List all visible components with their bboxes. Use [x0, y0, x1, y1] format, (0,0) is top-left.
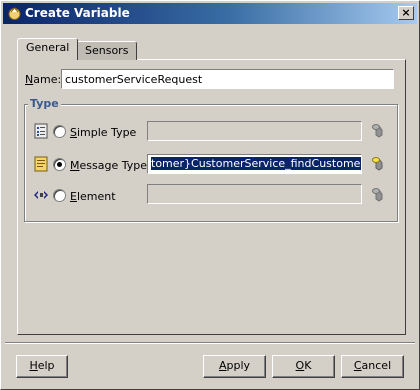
help-button[interactable]: Help — [16, 355, 68, 378]
browse-simple-type-icon[interactable] — [370, 123, 386, 139]
tab-general[interactable]: General — [17, 38, 79, 60]
close-button[interactable]: × — [398, 6, 414, 20]
element-icon — [34, 191, 48, 199]
element-radio[interactable] — [53, 189, 66, 202]
ok-button[interactable]: OK — [272, 355, 335, 378]
element-field — [147, 184, 362, 204]
simple-type-field — [147, 121, 362, 141]
element-label[interactable]: Element — [70, 190, 116, 203]
type-group-legend: Type — [28, 97, 61, 110]
simple-type-radio[interactable] — [53, 125, 66, 138]
message-type-value: tomer}CustomerService_findCustomerById — [151, 157, 361, 170]
browse-message-type-icon[interactable] — [370, 156, 386, 172]
name-field[interactable] — [61, 69, 394, 89]
simple-type-label[interactable]: Simple Type — [70, 126, 136, 139]
dialog-title: Create Variable — [25, 6, 130, 20]
name-label: Name: — [25, 73, 62, 86]
tab-sensors[interactable]: Sensors — [76, 41, 138, 60]
message-type-icon — [34, 156, 48, 172]
app-icon — [8, 7, 21, 20]
tab-label: General — [26, 41, 70, 54]
close-icon: × — [401, 6, 411, 19]
browse-element-icon[interactable] — [370, 187, 386, 203]
separator-highlight — [5, 343, 415, 344]
message-type-radio[interactable] — [53, 158, 66, 171]
title-bar[interactable]: Create Variable × — [3, 3, 417, 24]
message-type-label[interactable]: Message Type — [70, 159, 147, 172]
tab-label: Sensors — [85, 44, 129, 57]
apply-button[interactable]: Apply — [203, 355, 266, 378]
simple-type-icon — [34, 123, 48, 139]
create-variable-dialog: Create Variable × General Sensors Name: … — [0, 0, 420, 390]
cancel-button[interactable]: Cancel — [341, 355, 404, 378]
message-type-field[interactable]: tomer}CustomerService_findCustomerById — [147, 154, 362, 174]
